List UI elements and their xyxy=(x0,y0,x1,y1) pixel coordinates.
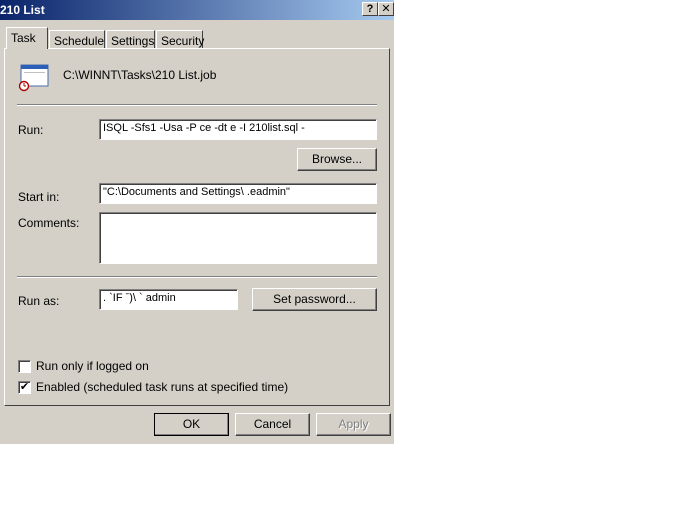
tab-settings-label: Settings xyxy=(111,34,155,48)
enabled-label[interactable]: Enabled (scheduled task runs at specifie… xyxy=(36,380,288,394)
enabled-checkbox[interactable]: ✔ xyxy=(18,381,31,394)
ok-button[interactable]: OK xyxy=(154,413,229,436)
run-only-logged-on-checkbox[interactable] xyxy=(18,360,31,373)
ok-button-label: OK xyxy=(182,417,201,431)
tab-task-label: Task xyxy=(11,31,36,45)
help-button[interactable]: ? xyxy=(362,2,378,16)
title-bar[interactable]: 210 List ? ✕ xyxy=(0,0,394,20)
apply-button-label: Apply xyxy=(338,417,369,431)
separator xyxy=(17,276,377,278)
browse-button-label: Browse... xyxy=(311,152,362,166)
help-icon: ? xyxy=(366,3,374,15)
task-file-path: C:\WINNT\Tasks\210 List.job xyxy=(63,68,217,82)
comments-label: Comments: xyxy=(18,216,80,230)
tab-schedule[interactable]: Schedule xyxy=(49,30,105,48)
checkmark-icon: ✔ xyxy=(19,381,30,393)
close-icon: ✕ xyxy=(381,3,391,15)
apply-button: Apply xyxy=(316,413,391,436)
tab-security-label: Security xyxy=(161,34,205,48)
run-label: Run: xyxy=(18,123,44,137)
comments-textarea[interactable] xyxy=(99,212,377,264)
set-password-button[interactable]: Set password... xyxy=(252,288,377,311)
run-as-input[interactable]: . `IF ˉ)\ ` admin xyxy=(99,289,238,310)
cancel-button[interactable]: Cancel xyxy=(235,413,310,436)
start-in-input[interactable]: "C:\Documents and Settings\ .eadmin" xyxy=(99,183,377,204)
tab-task[interactable]: Task xyxy=(6,27,48,49)
browse-button[interactable]: Browse... xyxy=(297,148,377,171)
tab-settings[interactable]: Settings xyxy=(106,30,155,48)
set-password-button-label: Set password... xyxy=(273,292,356,306)
run-as-label: Run as: xyxy=(18,294,60,308)
run-input[interactable]: ISQL -Sfs1 -Usa -P ce -dt e -I 210list.s… xyxy=(99,119,377,140)
start-in-label: Start in: xyxy=(18,190,60,204)
tab-schedule-label: Schedule xyxy=(54,34,105,48)
separator xyxy=(17,104,377,106)
scheduled-task-icon xyxy=(18,64,49,92)
task-properties-dialog: 210 List ? ✕ Task Schedule Settings Secu… xyxy=(0,0,394,444)
run-only-logged-on-label[interactable]: Run only if logged on xyxy=(36,359,149,373)
cancel-button-label: Cancel xyxy=(253,417,292,431)
window-title: 210 List xyxy=(0,3,45,17)
tab-security[interactable]: Security xyxy=(156,30,205,48)
close-button[interactable]: ✕ xyxy=(378,2,394,16)
